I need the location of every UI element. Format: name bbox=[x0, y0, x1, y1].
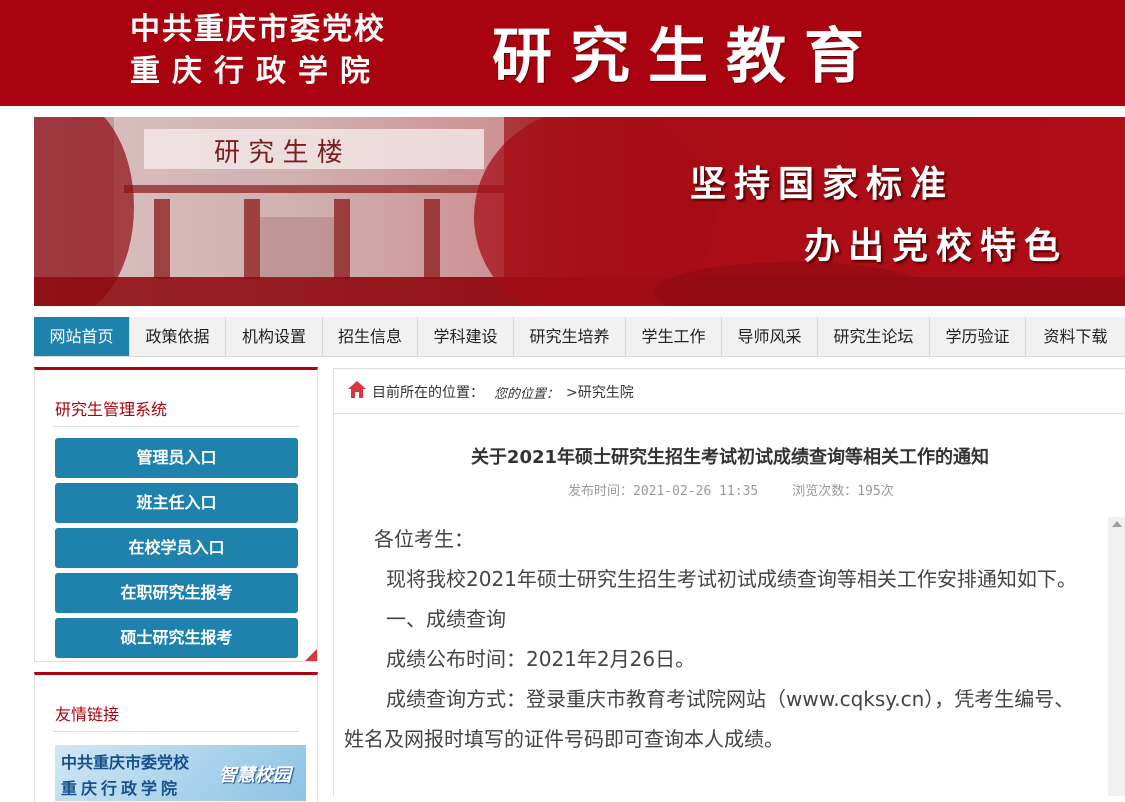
main-nav: 网站首页 政策依据 机构设置 招生信息 学科建设 研究生培养 学生工作 导师风采… bbox=[34, 317, 1125, 357]
section-heading: 一、成绩查询 bbox=[386, 607, 506, 631]
view-count: 浏览次数：195次 bbox=[792, 484, 894, 499]
building-sign: 研 究 生 楼 bbox=[214, 138, 343, 168]
nav-item-policy[interactable]: 政策依据 bbox=[130, 317, 226, 356]
breadcrumb-you-are-here: 您的位置： bbox=[494, 387, 560, 402]
panel-divider bbox=[53, 426, 299, 427]
article-paragraph: 成绩公布时间：2021年2月26日。 bbox=[386, 647, 696, 671]
nav-item-forum[interactable]: 研究生论坛 bbox=[818, 317, 930, 356]
breadcrumb-link-graduate-school[interactable]: >研究生院 bbox=[566, 382, 634, 402]
nav-item-degree-verification[interactable]: 学历验证 bbox=[930, 317, 1026, 356]
salutation: 各位考生： bbox=[374, 527, 474, 551]
nav-item-disciplines[interactable]: 学科建设 bbox=[418, 317, 514, 356]
friendly-links-title: 友情链接 bbox=[55, 705, 120, 724]
article-panel: 目前所在的位置： 您的位置： >研究生院 关于2021年硕士研究生招生考试初试成… bbox=[333, 368, 1125, 796]
article-title: 关于2021年硕士研究生招生考试初试成绩查询等相关工作的通知 bbox=[470, 447, 990, 468]
head-teacher-login-button[interactable]: 班主任入口 bbox=[55, 483, 298, 523]
nav-item-student-affairs[interactable]: 学生工作 bbox=[626, 317, 722, 356]
student-login-button[interactable]: 在校学员入口 bbox=[55, 528, 298, 568]
home-icon bbox=[348, 381, 366, 398]
article-paragraph: 成绩查询方式：登录重庆市教育考试院网站（www.cqksy.cn），凭考生编号、… bbox=[344, 687, 1075, 751]
nav-item-training[interactable]: 研究生培养 bbox=[514, 317, 626, 356]
org-name-line2: 重庆行政学院 bbox=[130, 54, 382, 89]
part-time-application-button[interactable]: 在职研究生报考 bbox=[55, 573, 298, 613]
hero-banner: 研 究 生 楼 坚持国家标准 办出党校特色 bbox=[34, 117, 1125, 306]
breadcrumb: 目前所在的位置： 您的位置： >研究生院 bbox=[334, 369, 1125, 414]
management-system-panel: 研究生管理系统 管理员入口 班主任入口 在校学员入口 在职研究生报考 硕士研究生… bbox=[34, 367, 318, 662]
panel-divider bbox=[53, 731, 299, 732]
article-meta: 发布时间：2021-02-26 11:35 浏览次数：195次 bbox=[568, 480, 894, 499]
link-banner-line2: 重庆行政学院 bbox=[61, 779, 182, 798]
management-system-title: 研究生管理系统 bbox=[55, 400, 168, 419]
admin-login-button[interactable]: 管理员入口 bbox=[55, 438, 298, 478]
publish-time: 发布时间：2021-02-26 11:35 bbox=[568, 484, 759, 499]
nav-item-downloads[interactable]: 资料下载 bbox=[1026, 317, 1125, 356]
hero-slogan-2: 办出党校特色 bbox=[804, 225, 1069, 267]
nav-item-admissions[interactable]: 招生信息 bbox=[323, 317, 418, 356]
smart-campus-link[interactable]: 中共重庆市委党校 重庆行政学院 智慧校园 bbox=[55, 745, 306, 801]
corner-decoration bbox=[305, 649, 317, 661]
hero-slogan-1: 坚持国家标准 bbox=[690, 163, 955, 205]
master-application-button[interactable]: 硕士研究生报考 bbox=[55, 618, 298, 658]
top-banner: 中共重庆市委党校 重庆行政学院 研究生教育 bbox=[0, 0, 1125, 106]
site-title: 研究生教育 bbox=[492, 22, 882, 92]
nav-item-supervisors[interactable]: 导师风采 bbox=[722, 317, 818, 356]
building-image: 研 究 生 楼 bbox=[34, 117, 1125, 306]
vertical-scrollbar[interactable] bbox=[1108, 517, 1125, 796]
article-body: 各位考生： 现将我校2021年硕士研究生招生考试初试成绩查询等相关工作安排通知如… bbox=[344, 519, 1080, 759]
link-banner-line1: 中共重庆市委党校 bbox=[61, 753, 190, 772]
scroll-up-arrow-icon[interactable] bbox=[1112, 521, 1122, 527]
nav-item-organization[interactable]: 机构设置 bbox=[226, 317, 323, 356]
friendly-links-panel: 友情链接 中共重庆市委党校 重庆行政学院 智慧校园 bbox=[34, 672, 318, 802]
org-name-line1: 中共重庆市委党校 bbox=[130, 12, 386, 47]
link-banner-tag: 智慧校园 bbox=[219, 765, 291, 786]
nav-item-home[interactable]: 网站首页 bbox=[34, 317, 130, 356]
breadcrumb-label: 目前所在的位置： bbox=[372, 385, 484, 401]
article-paragraph: 现将我校2021年硕士研究生招生考试初试成绩查询等相关工作安排通知如下。 bbox=[386, 567, 1077, 591]
